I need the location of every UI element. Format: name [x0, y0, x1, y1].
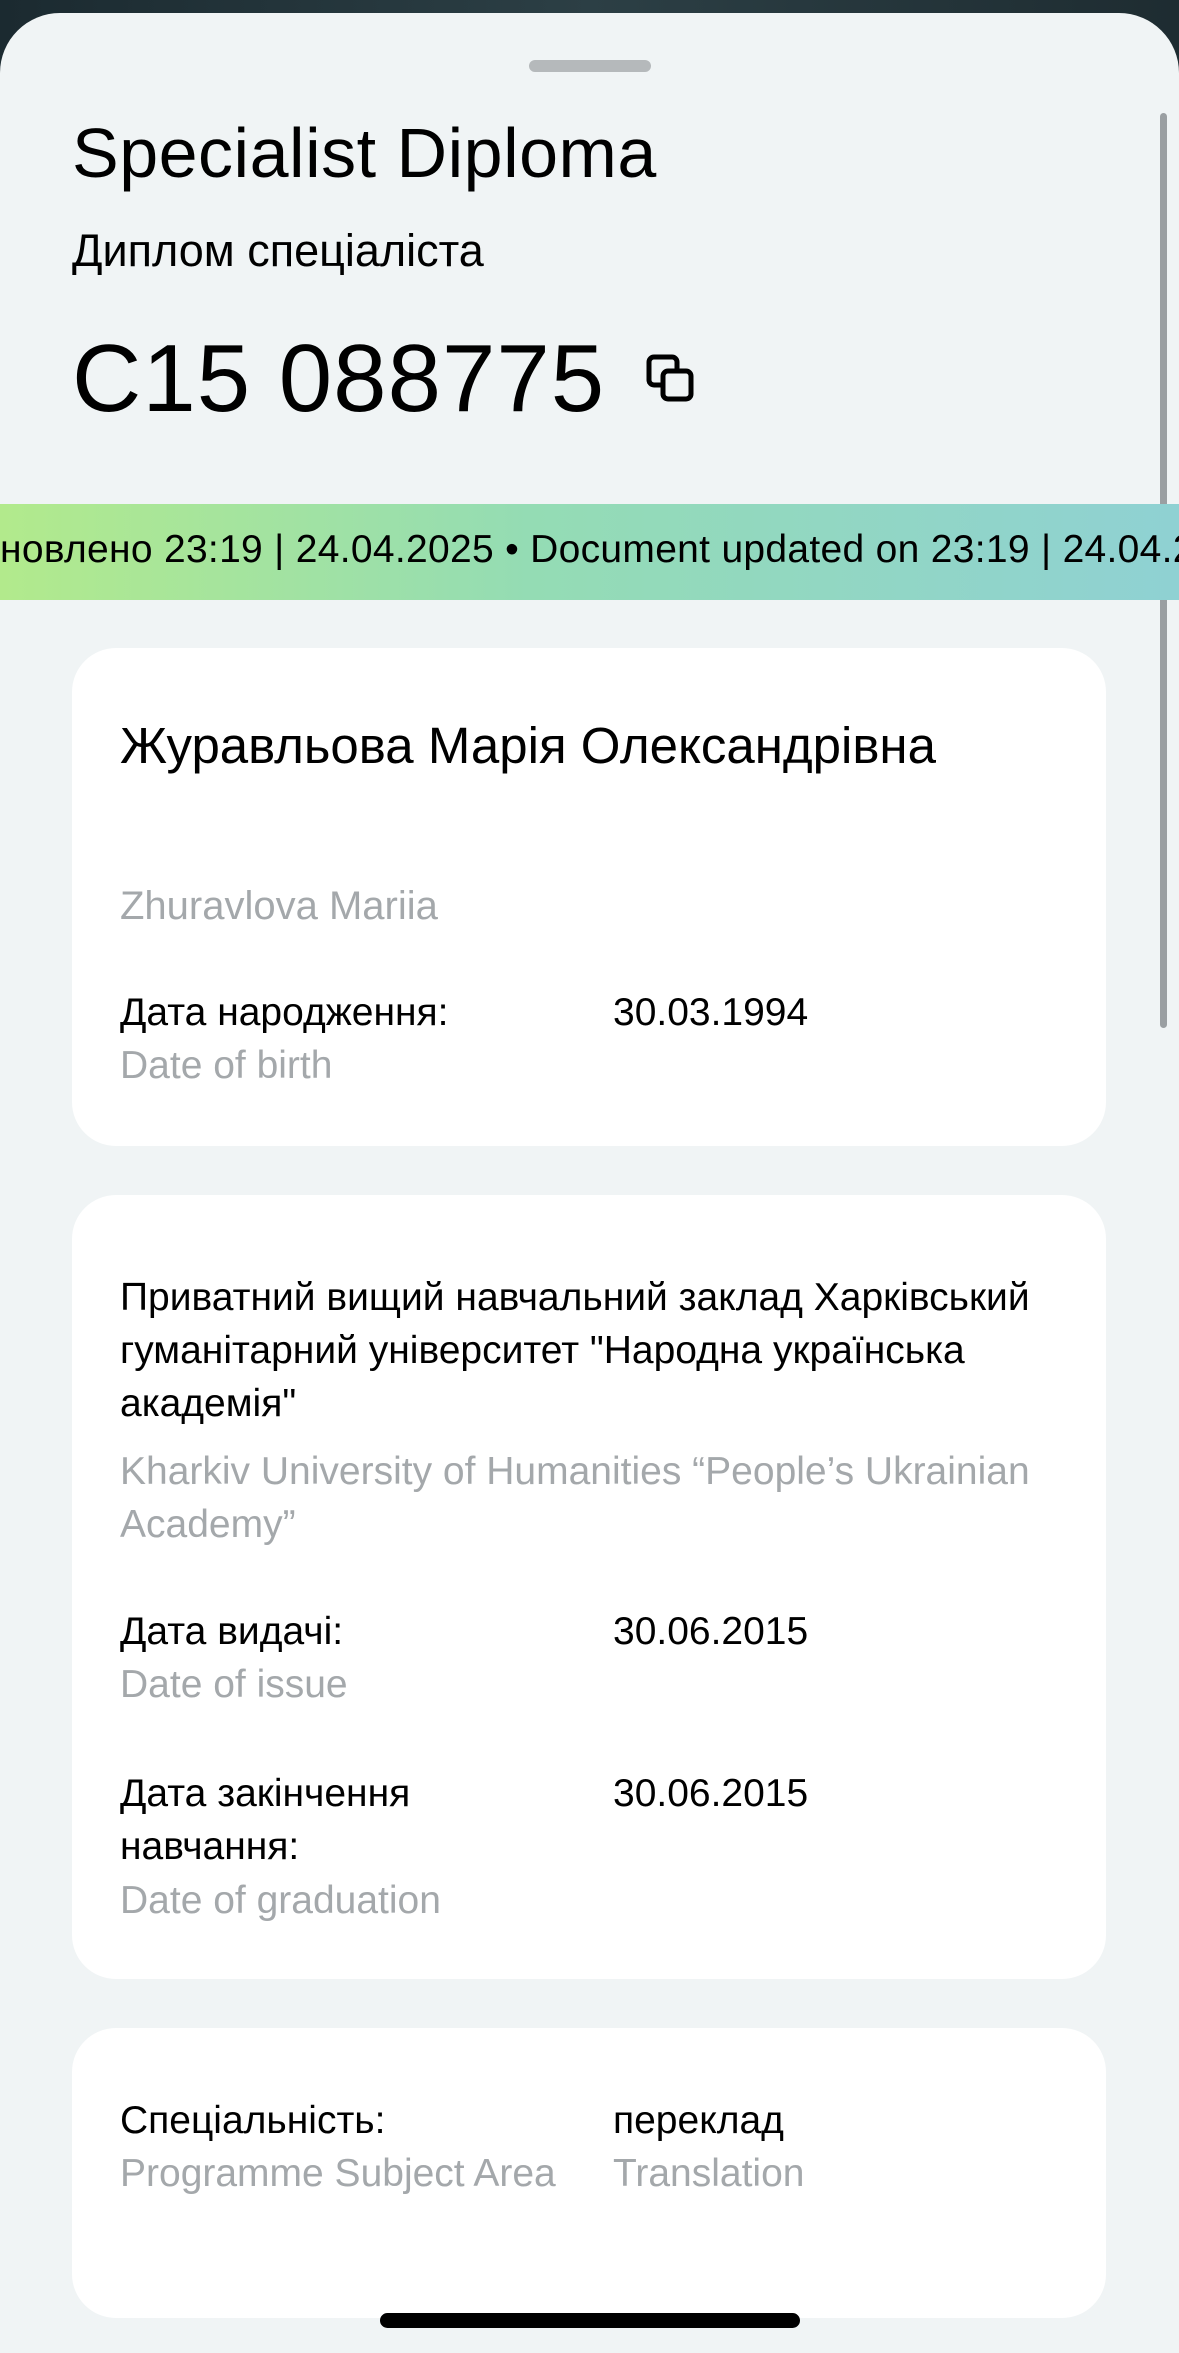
- birth-value: 30.03.1994: [613, 991, 809, 1034]
- birth-label: Дата народження:: [120, 991, 449, 1034]
- copy-icon[interactable]: [643, 351, 699, 407]
- ticker-text: оновлено 23:19 | 24.04.2025 • Document u…: [0, 528, 1179, 571]
- document-number: C15 088775: [72, 325, 606, 432]
- document-number-row: C15 088775: [72, 331, 699, 427]
- holder-card: Журавльова Марія Олександрівна Zhuravlov…: [72, 648, 1106, 1146]
- institution-card: Приватний вищий навчальний заклад Харків…: [72, 1195, 1106, 1979]
- issue-date-label-en: Date of issue: [120, 1663, 348, 1706]
- sheet-grabber[interactable]: [529, 60, 651, 72]
- speciality-label-en: Programme Subject Area: [120, 2152, 556, 2195]
- holder-name: Журавльова Марія Олександрівна: [120, 717, 936, 774]
- birth-label-en: Date of birth: [120, 1044, 333, 1087]
- page-subtitle: Диплом спеціаліста: [72, 225, 484, 276]
- speciality-label: Спеціальність:: [120, 2099, 386, 2142]
- holder-name-en: Zhuravlova Mariia: [120, 884, 438, 928]
- institution-name: Приватний вищий навчальний заклад Харків…: [120, 1276, 1030, 1425]
- diploma-sheet: Specialist Diploma Диплом спеціаліста C1…: [0, 13, 1179, 2353]
- graduation-date-label-en: Date of graduation: [120, 1879, 441, 1922]
- graduation-date-value: 30.06.2015: [613, 1772, 809, 1815]
- speciality-value: переклад: [613, 2099, 784, 2142]
- page-title: Specialist Diploma: [72, 114, 657, 192]
- graduation-date-label: Дата закінчення навчання:: [120, 1772, 411, 1868]
- issue-date-label: Дата видачі:: [120, 1610, 344, 1653]
- update-ticker: оновлено 23:19 | 24.04.2025 • Document u…: [0, 504, 1179, 600]
- speciality-value-en: Translation: [613, 2152, 805, 2195]
- institution-name-en: Kharkiv University of Humanities “People…: [120, 1450, 1030, 1546]
- issue-date-value: 30.06.2015: [613, 1610, 809, 1653]
- home-indicator[interactable]: [380, 2313, 800, 2328]
- speciality-card: Спеціальність: Programme Subject Area пе…: [72, 2028, 1106, 2318]
